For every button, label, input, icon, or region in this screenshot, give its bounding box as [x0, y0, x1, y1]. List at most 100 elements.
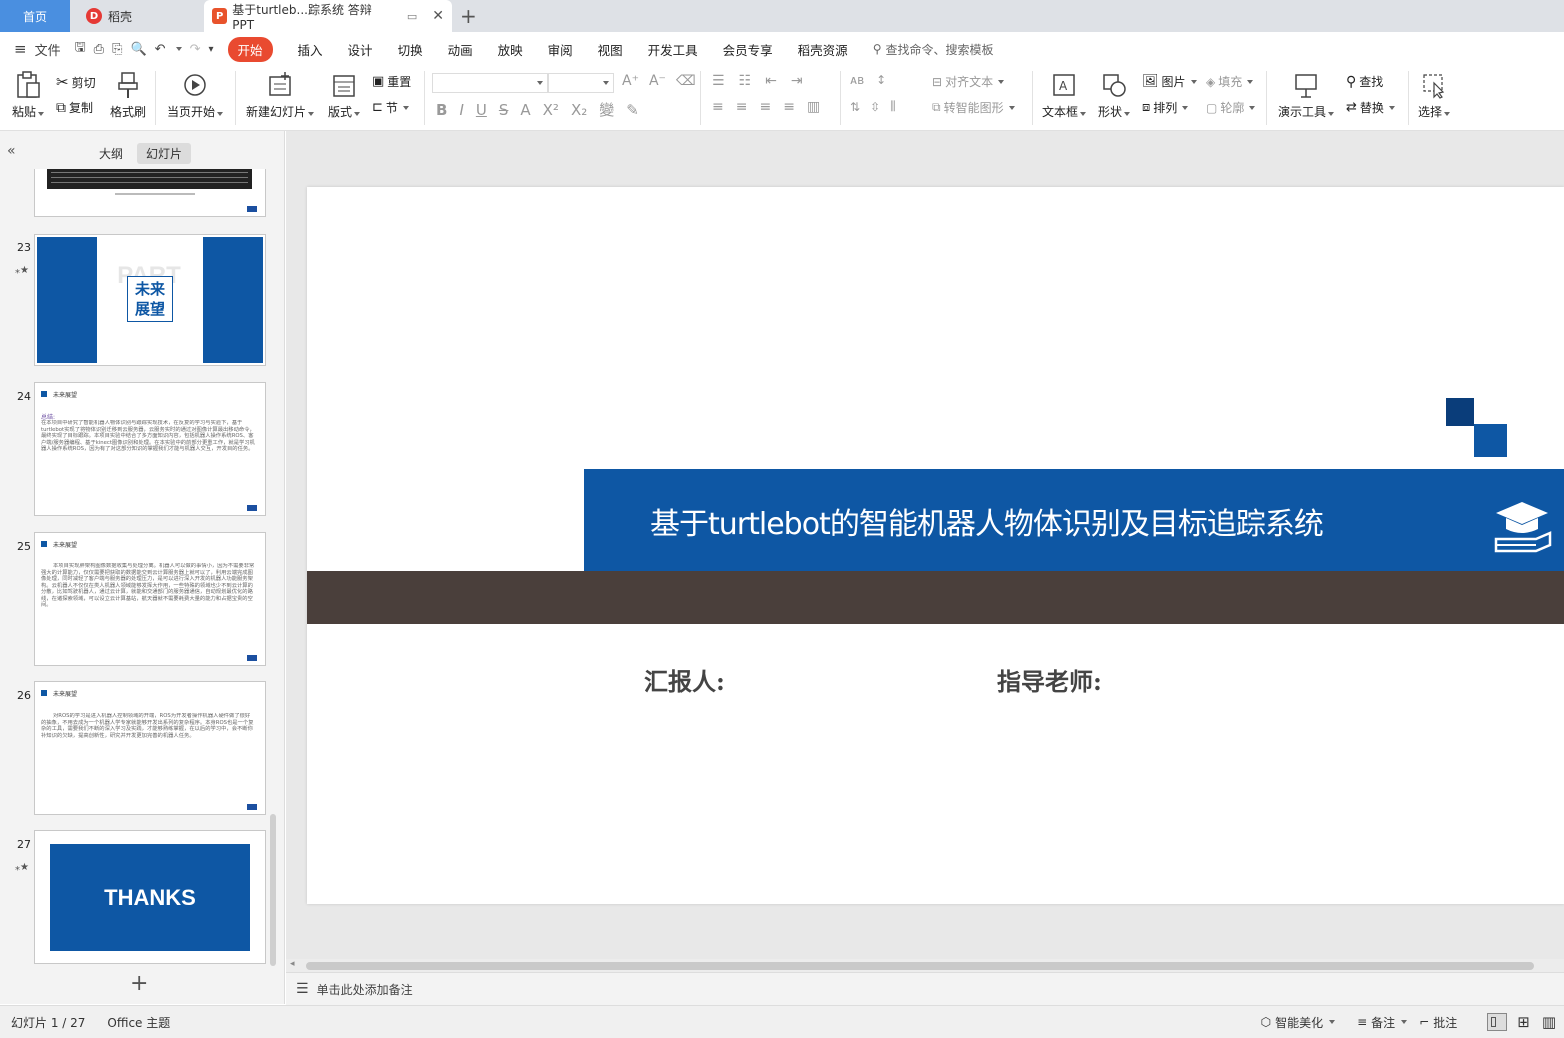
picture-button[interactable]: 🖼 图片	[1142, 73, 1197, 90]
font-family-select[interactable]	[432, 73, 548, 93]
tab-slides[interactable]: 幻灯片	[137, 143, 192, 164]
export-pdf-icon[interactable]: ⎙	[94, 42, 104, 57]
reset-button[interactable]: ▣ 重置	[372, 73, 411, 90]
menu-insert[interactable]: 插入	[298, 40, 323, 59]
tab-daoke[interactable]: D 稻壳	[72, 0, 202, 32]
increase-indent-icon[interactable]: ⇥	[791, 73, 803, 89]
undo-icon[interactable]: ↶	[155, 42, 166, 57]
bullet-list-icon[interactable]: ☰	[712, 73, 725, 89]
align-left-icon[interactable]: ≡	[712, 99, 724, 115]
notes-toggle-button[interactable]: ≡ 备注	[1357, 1014, 1408, 1031]
play-from-current-button[interactable]: 当页开始	[167, 71, 224, 120]
presentation-title[interactable]: 基于turtlebot的智能机器人物体识别及目标追踪系统	[650, 499, 1324, 543]
numbered-list-icon[interactable]: ☷	[739, 73, 752, 89]
menu-review[interactable]: 审阅	[548, 40, 573, 59]
replace-button[interactable]: ⇄ 替换	[1346, 99, 1395, 116]
slide-thumbnail-23[interactable]: PART SIX 未来 展望	[34, 234, 266, 366]
menu-daoke-resources[interactable]: 稻壳资源	[798, 40, 848, 59]
subscript-icon[interactable]: X₂	[571, 101, 587, 119]
line-spacing-2-icon[interactable]: ⇳	[870, 100, 880, 114]
add-slide-button[interactable]: +	[130, 973, 148, 995]
fill-button[interactable]: ◈ 填充	[1206, 73, 1254, 90]
align-text-button[interactable]: ⊟ 对齐文本	[932, 73, 1005, 90]
slide-thumbnail-25[interactable]: 未来展望 本项目实现胖架构图像数据收集与处理分离。机器人可以做的事情小，因为不需…	[34, 532, 266, 666]
tab-pin-icon[interactable]: ▭	[407, 10, 417, 23]
cut-button[interactable]: ✂ 剪切	[56, 73, 96, 91]
find-button[interactable]: ⚲ 查找	[1346, 73, 1383, 90]
slide-thumbnail-26[interactable]: 未来展望 对ROS的学习是进入机器人控制领域的开端，ROS为开发者操作机器人硬件…	[34, 681, 266, 815]
para-spacing-icon[interactable]: ⇅	[850, 100, 860, 114]
panel-scrollbar[interactable]	[270, 814, 276, 966]
highlight-icon[interactable]: ✎	[626, 101, 639, 119]
menu-developer[interactable]: 开发工具	[648, 40, 698, 59]
font-size-select[interactable]	[548, 73, 614, 93]
menu-slideshow[interactable]: 放映	[498, 40, 523, 59]
collapse-panel-icon[interactable]: «	[7, 143, 16, 159]
select-button[interactable]: 选择	[1418, 71, 1451, 120]
scrollbar-thumb[interactable]	[306, 962, 1534, 970]
slide-thumbnail-27[interactable]: THANKS	[34, 830, 266, 964]
shrink-font-icon[interactable]: A⁻	[649, 73, 666, 89]
arrange-button[interactable]: ⧈ 排列	[1142, 99, 1189, 116]
shape-button[interactable]: 形状	[1098, 71, 1131, 120]
slide-thumbnail-22[interactable]	[34, 169, 266, 217]
format-painter-button[interactable]: 格式刷	[110, 71, 146, 120]
tab-close-icon[interactable]: ✕	[432, 8, 444, 24]
underline-icon[interactable]: U	[476, 101, 487, 119]
redo-icon[interactable]: ↷	[190, 42, 201, 57]
align-right-icon[interactable]: ≡	[759, 99, 771, 115]
strikethrough-icon[interactable]: S	[499, 101, 509, 119]
distribute-icon[interactable]: ▥	[807, 99, 820, 115]
smart-beautify-button[interactable]: ⬡ 智能美化	[1261, 1014, 1336, 1031]
new-tab-icon[interactable]: +	[460, 4, 477, 28]
font-color-icon[interactable]: A	[520, 101, 530, 119]
align-center-icon[interactable]: ≡	[736, 99, 748, 115]
bold-icon[interactable]: B	[436, 101, 447, 119]
paste-button[interactable]: 粘贴	[12, 71, 45, 120]
layout-button[interactable]: 版式	[328, 71, 361, 120]
present-tools-button[interactable]: 演示工具	[1278, 71, 1335, 120]
advisor-label[interactable]: 指导老师:	[997, 662, 1102, 697]
save-icon[interactable]: 🖫	[75, 38, 86, 60]
tab-document[interactable]: P 基于turtleb...踪系统 答辩PPT ▭ ✕	[204, 0, 452, 32]
justify-icon[interactable]: ≡	[783, 99, 795, 115]
menu-start[interactable]: 开始	[227, 36, 273, 62]
comments-button[interactable]: ⌐ 批注	[1419, 1014, 1457, 1031]
file-menu[interactable]: ≡ 文件	[14, 40, 61, 59]
reporter-label[interactable]: 汇报人:	[644, 662, 725, 697]
command-search[interactable]: ⚲ 查找命令、搜索模板	[873, 41, 994, 58]
slide-sorter-icon[interactable]: ⊞	[1517, 1013, 1530, 1031]
notes-pane[interactable]: ☰ 单击此处添加备注	[286, 972, 1564, 1005]
menu-design[interactable]: 设计	[348, 40, 373, 59]
slide-thumbnail-24[interactable]: 未来展望 总结: 在本项目中研究了智能机器人物体识别与跟踪实现技术，在反复的学习…	[34, 382, 266, 516]
theme-name[interactable]: Office 主题	[107, 1014, 170, 1031]
copy-button[interactable]: ⧉ 复制	[56, 99, 93, 116]
textbox-button[interactable]: A 文本框	[1042, 71, 1087, 120]
text-direction-icon[interactable]: ᴀʙ	[850, 73, 864, 87]
normal-view-icon[interactable]	[1487, 1013, 1508, 1031]
print-preview-icon[interactable]: 🔍	[130, 42, 146, 57]
line-spacing-icon[interactable]: ↕	[876, 73, 886, 87]
columns-icon[interactable]: ⫼	[890, 99, 896, 114]
scroll-left-icon[interactable]: ◂	[290, 959, 295, 969]
menu-animation[interactable]: 动画	[448, 40, 473, 59]
customize-icon[interactable]: ▾	[208, 44, 213, 55]
horizontal-scrollbar[interactable]: ◂	[286, 959, 1564, 973]
current-slide[interactable]: 基于turtlebot的智能机器人物体识别及目标追踪系统 汇报人: 指导老师:	[307, 187, 1564, 904]
menu-member[interactable]: 会员专享	[723, 40, 773, 59]
menu-view[interactable]: 视图	[598, 40, 623, 59]
clear-format-icon[interactable]: ⌫	[676, 73, 696, 89]
italic-icon[interactable]: I	[459, 101, 463, 119]
superscript-icon[interactable]: X²	[543, 101, 559, 119]
reading-view-icon[interactable]: ▥	[1542, 1013, 1556, 1031]
new-slide-button[interactable]: 新建幻灯片	[246, 71, 315, 120]
pinyin-icon[interactable]: 變	[599, 99, 614, 120]
decrease-indent-icon[interactable]: ⇤	[765, 73, 777, 89]
grow-font-icon[interactable]: A⁺	[622, 73, 639, 89]
tab-home[interactable]: 首页	[0, 0, 70, 32]
menu-transition[interactable]: 切换	[398, 40, 423, 59]
print-icon[interactable]: ⎘	[112, 42, 122, 57]
section-button[interactable]: ⊏ 节	[372, 99, 409, 116]
outline-button[interactable]: ▢ 轮廓	[1206, 99, 1256, 116]
convert-smart-shape-button[interactable]: ⧉ 转智能图形	[932, 99, 1015, 116]
